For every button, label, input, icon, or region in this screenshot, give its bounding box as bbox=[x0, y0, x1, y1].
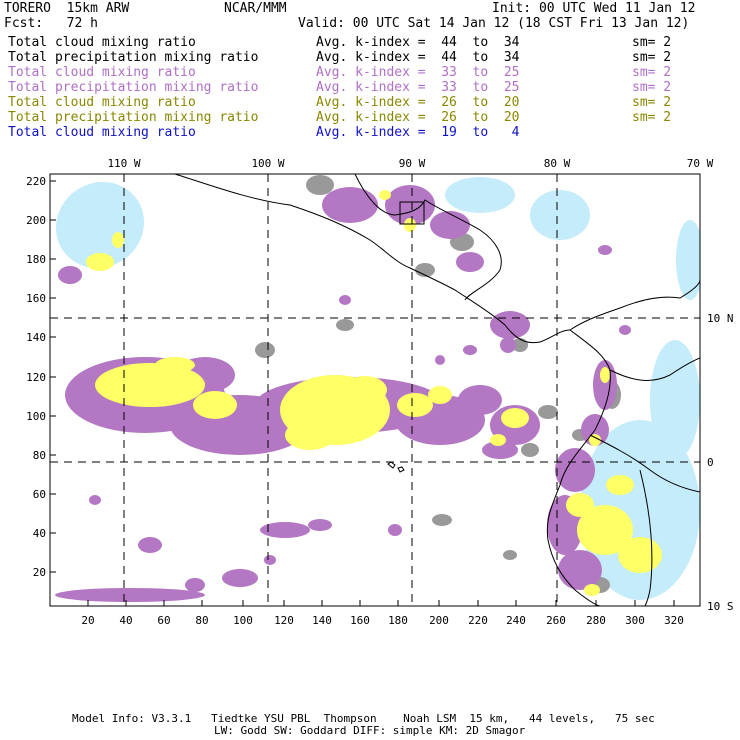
y-tick-label: 60 bbox=[33, 488, 46, 501]
x-tick-label: 200 bbox=[429, 614, 449, 627]
x-tick-label: 60 bbox=[157, 614, 170, 627]
lon-label-100w: 100 W bbox=[251, 157, 284, 170]
lon-label-110w: 110 W bbox=[107, 157, 140, 170]
latitude-labels: 10 N 0 10 S bbox=[707, 312, 734, 613]
x-tick-label: 20 bbox=[81, 614, 94, 627]
x-tick-label: 100 bbox=[233, 614, 253, 627]
x-tick-label: 80 bbox=[195, 614, 208, 627]
y-tick-label: 120 bbox=[26, 371, 46, 384]
lon-label-70w: 70 W bbox=[687, 157, 714, 170]
y-tick-label: 100 bbox=[26, 410, 46, 423]
x-tick-label: 260 bbox=[546, 614, 566, 627]
lat-label-10s: 10 S bbox=[707, 600, 734, 613]
y-tick-marks bbox=[50, 180, 56, 573]
x-tick-label: 240 bbox=[506, 614, 526, 627]
x-tick-label: 160 bbox=[350, 614, 370, 627]
y-tick-label: 140 bbox=[26, 331, 46, 344]
x-tick-labels: 20 40 60 80 100 120 140 160 180 200 220 … bbox=[81, 614, 684, 627]
x-tick-marks bbox=[87, 600, 675, 606]
x-tick-label: 300 bbox=[625, 614, 645, 627]
x-tick-label: 280 bbox=[586, 614, 606, 627]
x-tick-label: 120 bbox=[274, 614, 294, 627]
x-tick-label: 220 bbox=[468, 614, 488, 627]
x-tick-label: 40 bbox=[119, 614, 132, 627]
x-tick-label: 140 bbox=[312, 614, 332, 627]
lon-label-80w: 80 W bbox=[544, 157, 571, 170]
y-tick-label: 200 bbox=[26, 214, 46, 227]
footer-physics-info: LW: Godd SW: Goddard DIFF: simple KM: 2D… bbox=[214, 724, 526, 737]
lon-label-90w: 90 W bbox=[399, 157, 426, 170]
forecast-map: 220 200 180 160 140 120 100 80 60 40 20 … bbox=[26, 157, 734, 627]
x-tick-label: 180 bbox=[388, 614, 408, 627]
y-tick-label: 160 bbox=[26, 292, 46, 305]
y-tick-label: 180 bbox=[26, 253, 46, 266]
y-tick-label: 40 bbox=[33, 527, 46, 540]
y-tick-label: 20 bbox=[33, 566, 46, 579]
longitude-labels: 110 W 100 W 90 W 80 W 70 W bbox=[107, 157, 713, 170]
lat-label-0: 0 bbox=[707, 456, 714, 469]
lat-label-10n: 10 N bbox=[707, 312, 734, 325]
x-tick-label: 320 bbox=[664, 614, 684, 627]
y-tick-labels: 220 200 180 160 140 120 100 80 60 40 20 bbox=[26, 175, 46, 579]
y-tick-label: 80 bbox=[33, 449, 46, 462]
y-tick-label: 220 bbox=[26, 175, 46, 188]
field-layers bbox=[55, 175, 700, 602]
galapagos bbox=[387, 461, 405, 473]
